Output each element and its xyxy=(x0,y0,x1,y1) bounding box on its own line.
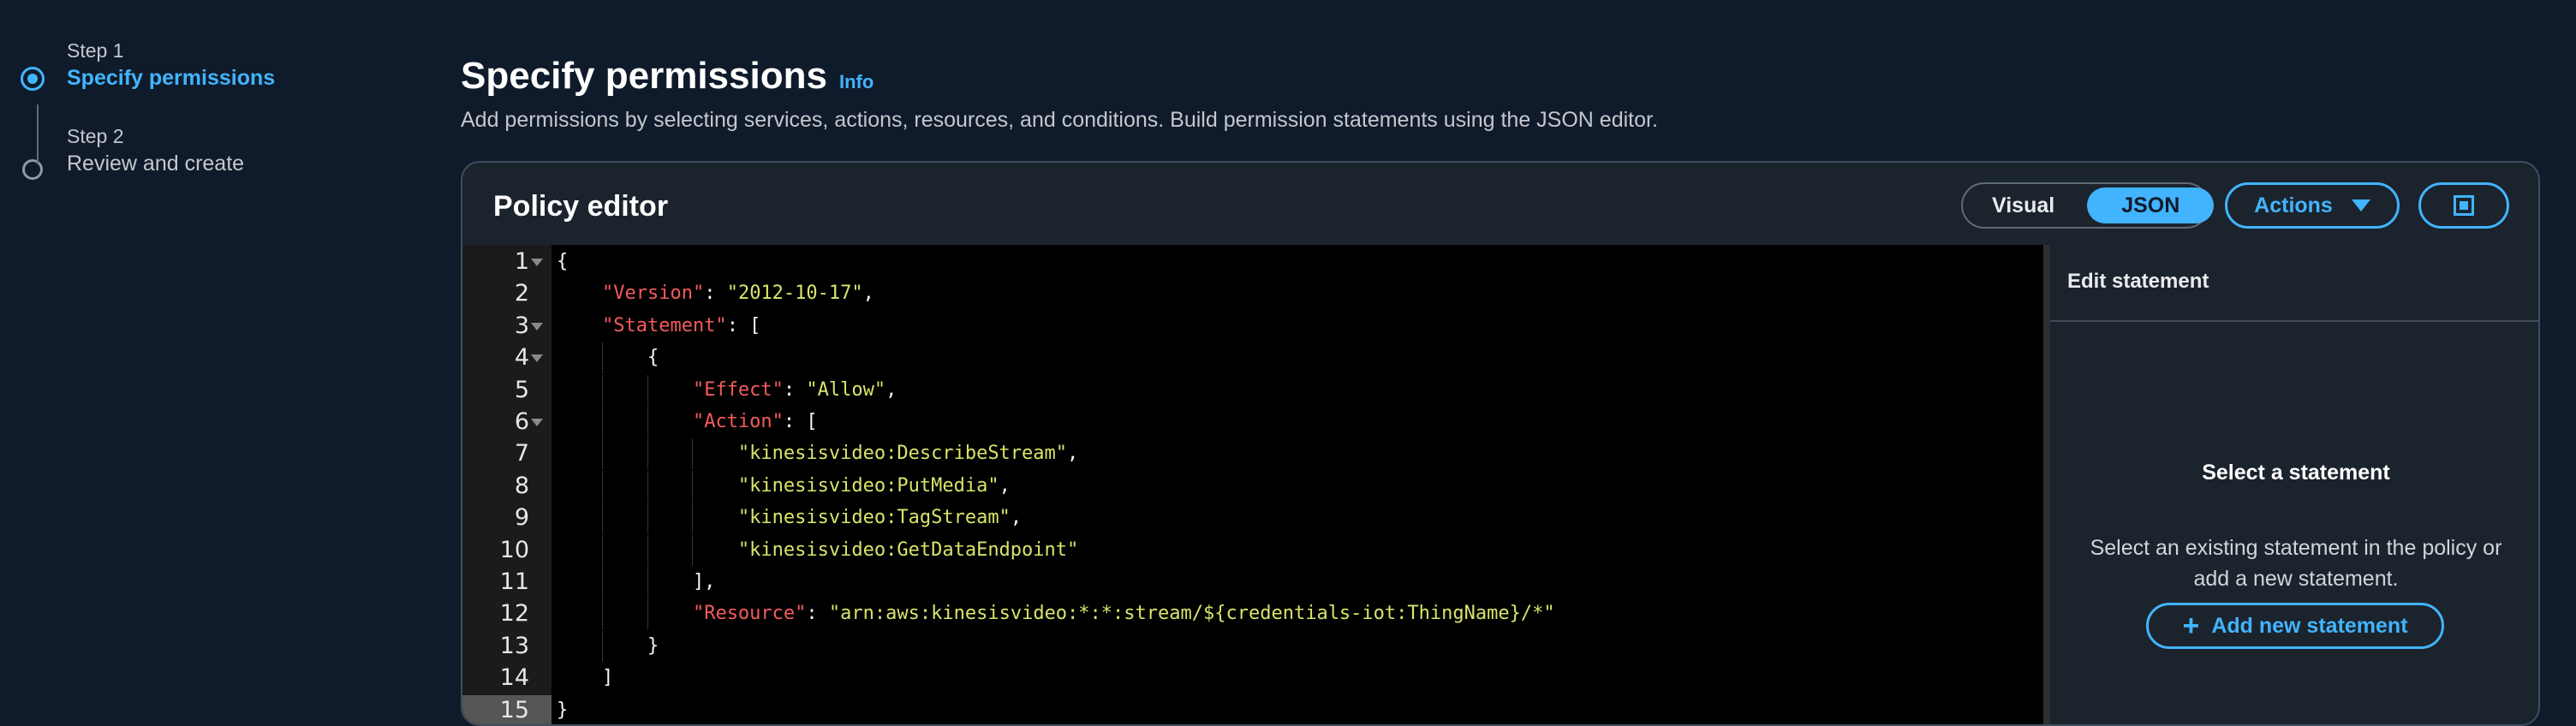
info-link[interactable]: Info xyxy=(839,71,874,93)
code-line[interactable]: 3 "Statement": [ xyxy=(462,311,2043,342)
step-inactive-dot-icon xyxy=(22,159,43,180)
edit-statement-title: Edit statement xyxy=(2050,245,2538,322)
add-new-statement-button[interactable]: + Add new statement xyxy=(2146,603,2444,649)
editor-header: Policy editor Visual JSON Actions xyxy=(462,163,2538,247)
code-text: } xyxy=(557,699,569,721)
step-specify-permissions[interactable]: Step 1 Specify permissions xyxy=(21,38,380,123)
wizard-steps: Step 1 Specify permissions Step 2 Review… xyxy=(21,38,380,209)
editor-title: Policy editor xyxy=(493,190,669,223)
code-text: "Action": [ xyxy=(692,411,818,432)
line-number: 1 xyxy=(514,248,529,275)
code-text: "kinesisvideo:GetDataEndpoint" xyxy=(737,539,1079,561)
add-new-statement-label: Add new statement xyxy=(2211,613,2408,638)
line-number: 15 xyxy=(462,694,552,724)
code-line[interactable]: 11 ], xyxy=(462,567,2043,598)
code-text: } xyxy=(557,634,659,657)
mode-visual-button[interactable]: Visual xyxy=(1963,187,2084,223)
code-text: ] xyxy=(557,667,614,689)
code-text: "Effect": "Allow", xyxy=(692,378,897,401)
step-1-label: Step 1 xyxy=(67,39,124,62)
fold-arrow-icon[interactable] xyxy=(531,354,543,363)
actions-label: Actions xyxy=(2254,193,2333,217)
line-number: 11 xyxy=(499,568,529,595)
line-number: 12 xyxy=(499,600,529,628)
code-text: "kinesisvideo:TagStream", xyxy=(737,507,1023,529)
step-2-label: Step 2 xyxy=(67,125,124,147)
code-text: "Version": "2012-10-17", xyxy=(601,283,874,305)
actions-button[interactable]: Actions xyxy=(2225,182,2400,229)
code-line[interactable]: 10 "kinesisvideo:GetDataEndpoint" xyxy=(462,534,2043,566)
code-line[interactable]: 5 "Effect": "Allow", xyxy=(462,374,2043,406)
page-title: Specify permissions xyxy=(461,55,827,97)
line-number: 13 xyxy=(499,632,529,659)
mode-toggle: Visual JSON xyxy=(1961,182,2215,229)
line-number: 5 xyxy=(514,376,529,403)
code-line[interactable]: 6 "Action": [ xyxy=(462,407,2043,437)
line-number: 3 xyxy=(514,312,529,339)
code-line[interactable]: 4 { xyxy=(462,342,2043,374)
page-header: Specify permissions Info xyxy=(461,55,874,98)
code-line[interactable]: 9 "kinesisvideo:TagStream", xyxy=(462,503,2043,534)
fold-arrow-icon[interactable] xyxy=(531,419,543,426)
line-number: 9 xyxy=(514,504,529,532)
code-line[interactable]: 2 "Version": "2012-10-17", xyxy=(462,278,2043,309)
code-line[interactable]: 15} xyxy=(462,694,2043,724)
code-text: { xyxy=(557,251,569,272)
caret-down-icon xyxy=(2351,199,2370,211)
code-line[interactable]: 8 "kinesisvideo:PutMedia", xyxy=(462,470,2043,502)
fold-arrow-icon[interactable] xyxy=(531,259,543,266)
step-connector xyxy=(37,104,39,164)
json-code-editor[interactable]: 1{2 "Version": "2012-10-17", 3 "Statement… xyxy=(462,245,2043,724)
empty-state-title: Select a statement xyxy=(2202,461,2390,485)
code-line[interactable]: 12 "Resource": "arn:aws:kinesisvideo:*:*… xyxy=(462,598,2043,630)
plus-icon: + xyxy=(2182,610,2200,642)
line-number: 7 xyxy=(514,440,529,467)
line-number: 8 xyxy=(514,472,529,499)
code-text: "kinesisvideo:DescribeStream", xyxy=(737,443,1079,465)
page-description: Add permissions by selecting services, a… xyxy=(461,108,1658,132)
code-text: ], xyxy=(557,571,716,592)
code-line[interactable]: 7 "kinesisvideo:DescribeStream", xyxy=(462,438,2043,470)
fullscreen-icon xyxy=(2454,195,2474,216)
code-line[interactable]: 1{ xyxy=(462,247,2043,277)
step-active-dot-icon xyxy=(21,67,45,91)
code-line[interactable]: 13 } xyxy=(462,630,2043,662)
code-text: { xyxy=(557,347,659,369)
line-number: 2 xyxy=(514,280,529,307)
empty-state-description: Select an existing statement in the poli… xyxy=(2090,536,2502,591)
edit-statement-panel: Edit statement Select a statement Select… xyxy=(2043,245,2538,724)
step-1-title[interactable]: Specify permissions xyxy=(67,63,380,92)
step-review-and-create[interactable]: Step 2 Review and create xyxy=(21,123,380,209)
code-line[interactable]: 14 ] xyxy=(462,663,2043,693)
line-number: 14 xyxy=(499,664,529,692)
fullscreen-button[interactable] xyxy=(2418,182,2509,229)
code-text: "Statement": [ xyxy=(601,314,761,336)
line-number: 4 xyxy=(514,344,529,372)
line-number: 6 xyxy=(514,408,529,435)
mode-json-button[interactable]: JSON xyxy=(2087,187,2215,223)
step-2-title[interactable]: Review and create xyxy=(67,149,380,178)
fold-arrow-icon[interactable] xyxy=(531,322,543,330)
policy-editor: Policy editor Visual JSON Actions 1{2 "V… xyxy=(461,161,2540,726)
code-text: "Resource": "arn:aws:kinesisvideo:*:*:st… xyxy=(692,603,1555,625)
code-text: "kinesisvideo:PutMedia", xyxy=(737,474,1011,497)
line-number: 10 xyxy=(499,536,529,563)
